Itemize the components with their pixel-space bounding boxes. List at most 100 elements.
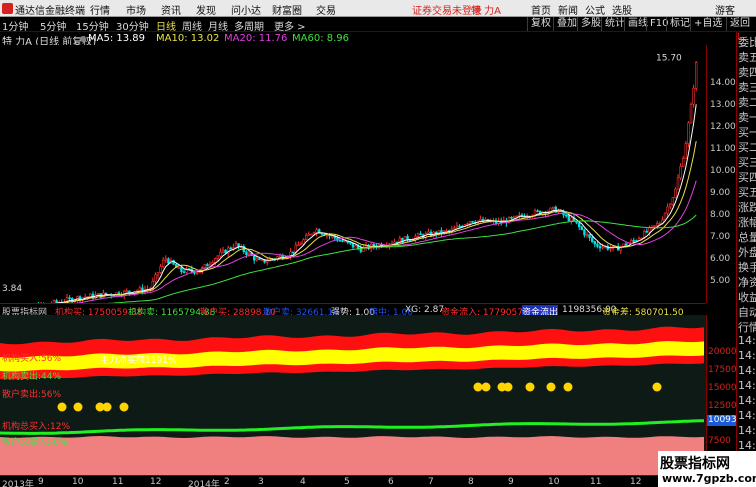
candle-body <box>294 244 297 253</box>
menu-item-zixun[interactable]: 资讯 <box>161 2 181 17</box>
period-1min[interactable]: 1分钟 <box>2 18 28 33</box>
period-multi[interactable]: 多周期 <box>234 18 264 33</box>
order-panel-row: 买五 <box>738 186 756 199</box>
ma5-line <box>54 104 697 303</box>
candle-body <box>343 240 347 243</box>
inst-buy-pct-label: 机构买入:56% <box>2 354 62 364</box>
candle-body <box>162 259 165 267</box>
candle-body <box>291 251 295 254</box>
date-tick: 9 <box>508 477 514 487</box>
candle-body <box>624 243 628 246</box>
menu-home[interactable]: 首页 <box>531 2 551 17</box>
date-tick: 11 <box>590 477 602 487</box>
order-panel-row: 委比 <box>738 36 756 49</box>
menu-item-wenxiaoda[interactable]: 问小达 <box>231 2 261 17</box>
candle-body <box>234 243 238 248</box>
retail-total-pct-label: 散户总买入:-0% <box>2 438 68 448</box>
candle-body <box>510 216 513 219</box>
signal-smiley-icon <box>73 402 83 412</box>
candle-body <box>307 233 310 236</box>
date-tick: 3 <box>258 477 264 487</box>
candle-body <box>593 241 597 245</box>
period-month[interactable]: 月线 <box>208 18 228 33</box>
candle-body <box>564 214 568 217</box>
candle-body <box>255 258 258 261</box>
order-panel-row: 行情 <box>738 321 756 334</box>
indicator-current-value: 10093 <box>707 415 737 426</box>
overlay-button[interactable]: 叠加 <box>553 17 580 31</box>
candle-body <box>570 217 573 222</box>
candle-body <box>653 225 656 227</box>
indicator-canvas[interactable] <box>0 315 706 475</box>
menu-item-jiaoyi[interactable]: 交易 <box>316 2 336 17</box>
retail-sell-pct-label: 散户卖出:56% <box>2 390 62 400</box>
ma-info-line: 特 力A (日线 前复权) MA5: 13.89 MA10: 13.02 MA2… <box>0 32 706 48</box>
ma10-value: MA10: 13.02 <box>156 33 220 44</box>
order-panel-row: 14:5 <box>738 379 756 392</box>
indicator-tick: 20000 <box>708 347 737 357</box>
period-15min[interactable]: 15分钟 <box>76 18 109 33</box>
candle-body <box>689 103 693 124</box>
period-more[interactable]: 更多 > <box>274 18 306 33</box>
settings-dot-icon[interactable] <box>80 36 86 42</box>
date-tick: 2 <box>224 477 230 487</box>
candle-body <box>237 243 240 247</box>
price-tick: 12.00 <box>710 122 736 132</box>
menu-item-shichang[interactable]: 市场 <box>126 2 146 17</box>
candle-body <box>632 240 636 242</box>
candlestick-chart[interactable]: 15.70 3.84 <box>0 45 706 303</box>
candle-body <box>258 258 261 261</box>
candle-body <box>156 272 160 276</box>
period-30min[interactable]: 30分钟 <box>116 18 149 33</box>
period-day[interactable]: 日线 <box>156 18 176 33</box>
menu-stock-picker[interactable]: 选股 <box>612 2 632 17</box>
date-tick: 2013年 <box>2 480 34 487</box>
candle-body <box>159 266 162 273</box>
candle-body <box>97 293 100 296</box>
period-5min[interactable]: 5分钟 <box>40 18 66 33</box>
order-panel: L 委比卖五卖四卖三卖二卖一买一买二买三买四买五涨跌涨幅总量外盘换手净资收益自动… <box>736 32 756 475</box>
pink-base-band <box>0 436 704 475</box>
mark-button[interactable]: 标记 <box>666 17 693 31</box>
menu-news[interactable]: 新闻 <box>558 2 578 17</box>
guest-label[interactable]: 游客 <box>715 2 735 17</box>
price-tick: 6.00 <box>710 254 731 264</box>
candle-body <box>138 287 141 292</box>
back-button[interactable]: 返回 <box>726 17 753 31</box>
order-panel-row: 涨幅 <box>738 216 756 229</box>
date-tick: 4 <box>300 477 306 487</box>
menu-item-hangqing[interactable]: 行情 <box>90 2 110 17</box>
candle-body <box>588 234 591 238</box>
inst-total-pct-label: 机构总买入:12% <box>2 422 71 432</box>
date-tick: 5 <box>344 477 350 487</box>
signal-smiley-icon <box>525 382 535 392</box>
candle-body <box>304 234 308 240</box>
date-tick: 11 <box>112 477 124 487</box>
candle-body <box>577 222 581 228</box>
multi-stock-button[interactable]: 多股 <box>577 17 604 31</box>
order-panel-row: 14:5 <box>738 409 756 422</box>
add-favorite-button[interactable]: +自选 <box>690 17 725 31</box>
signal-smiley-icon <box>119 402 129 412</box>
date-tick: 12 <box>150 477 162 487</box>
candle-body <box>208 263 212 267</box>
app-name: 通达信金融终端 <box>15 6 85 17</box>
menu-item-caifuquan[interactable]: 财富圈 <box>272 2 302 17</box>
menu-formula[interactable]: 公式 <box>585 2 605 17</box>
fuquan-button[interactable]: 复权 <box>527 17 554 31</box>
price-tick: 9.00 <box>710 188 731 198</box>
candle-body <box>590 237 594 242</box>
period-week[interactable]: 周线 <box>182 18 202 33</box>
candlestick-canvas[interactable]: 15.70 3.84 <box>0 45 706 303</box>
candle-body <box>567 215 571 222</box>
candle-body <box>676 177 680 190</box>
price-tick: 10.00 <box>710 166 736 176</box>
indicator-chart[interactable]: 机构买入:56% 机构卖出:44% 散户卖出:56% 机构总买入:12% 散户总… <box>0 315 706 475</box>
order-panel-row: 14:5 <box>738 364 756 377</box>
menu-item-faxian[interactable]: 发现 <box>196 2 216 17</box>
date-tick: 10 <box>548 477 560 487</box>
candle-body <box>216 255 219 259</box>
order-panel-row: 14:5 <box>738 424 756 437</box>
ma20-value: MA20: 11.76 <box>224 33 288 44</box>
candle-body <box>206 264 209 267</box>
